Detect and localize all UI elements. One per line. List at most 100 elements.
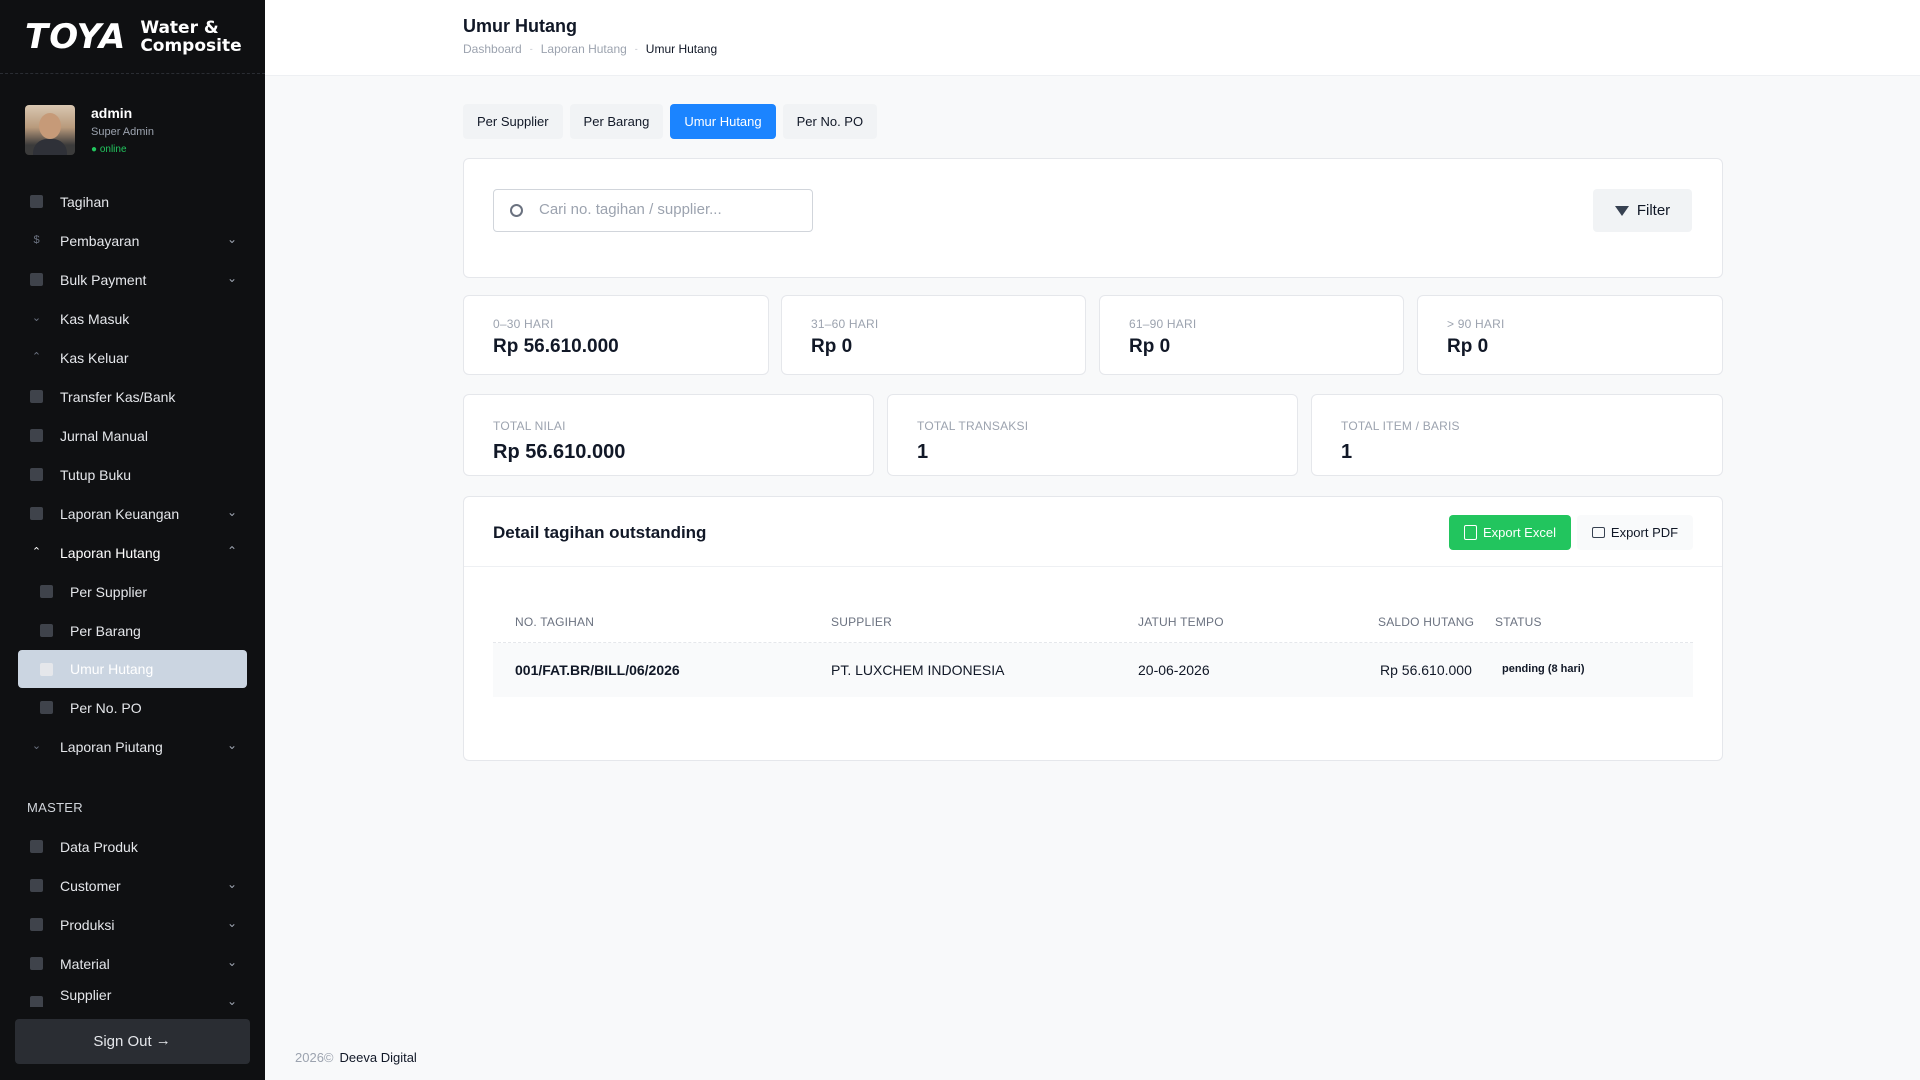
sidebar-item-label: Laporan Keuangan bbox=[60, 505, 180, 522]
avatar[interactable] bbox=[25, 105, 75, 155]
aging-card-over-90: > 90 HARI Rp 0 bbox=[1417, 295, 1723, 375]
sign-out-icon bbox=[156, 1032, 172, 1049]
box-icon bbox=[30, 879, 43, 892]
stat-label: 31–60 HARI bbox=[811, 317, 879, 331]
search-icon bbox=[510, 204, 523, 217]
filter-icon bbox=[1614, 205, 1629, 216]
sidebar-item-jurnal-manual[interactable]: Jurnal Manual bbox=[0, 416, 265, 455]
sidebar-item-material[interactable]: Material ⌄ bbox=[0, 944, 265, 983]
page-title: Umur Hutang bbox=[463, 16, 577, 36]
footer-company-link[interactable]: Deeva Digital bbox=[340, 1050, 417, 1065]
brand-sub-line2: Composite bbox=[140, 35, 242, 56]
sidebar-item-bulk-payment[interactable]: Bulk Payment ⌄ bbox=[0, 260, 265, 299]
column-header-saldo-hutang[interactable]: SALDO HUTANG bbox=[1378, 615, 1474, 629]
column-header-supplier[interactable]: SUPPLIER bbox=[831, 615, 892, 629]
column-header-no-tagihan[interactable]: NO. TAGIHAN bbox=[515, 615, 594, 629]
box-icon bbox=[30, 840, 43, 853]
sidebar-item-transfer-kas-bank[interactable]: Transfer Kas/Bank bbox=[0, 377, 265, 416]
breadcrumb-separator: - bbox=[634, 44, 638, 54]
tab-per-supplier[interactable]: Per Supplier bbox=[463, 104, 563, 139]
breadcrumb-item-laporan-hutang[interactable]: Laporan Hutang bbox=[541, 42, 627, 56]
outstanding-table: NO. TAGIHAN SUPPLIER JATUH TEMPO SALDO H… bbox=[493, 603, 1693, 697]
document-icon bbox=[30, 429, 43, 442]
sidebar-item-label: Pembayaran bbox=[60, 232, 140, 249]
sidebar-item-data-produk[interactable]: Data Produk bbox=[0, 827, 265, 866]
document-icon bbox=[30, 195, 43, 208]
cell-no-tagihan: 001/FAT.BR/BILL/06/2026 bbox=[515, 662, 680, 678]
export-pdf-button[interactable]: Export PDF bbox=[1577, 515, 1693, 550]
box-icon bbox=[30, 996, 43, 1007]
sidebar-item-label: Supplier bbox=[60, 987, 112, 1003]
column-header-status[interactable]: STATUS bbox=[1495, 615, 1542, 629]
cell-supplier: PT. LUXCHEM INDONESIA bbox=[831, 662, 1005, 678]
chevron-up-icon: ⌃ bbox=[31, 546, 42, 558]
sidebar-item-kas-keluar[interactable]: ⌃ Kas Keluar bbox=[0, 338, 265, 377]
tab-per-no-po[interactable]: Per No. PO bbox=[782, 104, 878, 139]
sidebar-item-label: Transfer Kas/Bank bbox=[60, 388, 176, 405]
document-icon bbox=[40, 701, 53, 714]
sidebar-item-label: Per No. PO bbox=[70, 699, 142, 716]
filter-label: Filter bbox=[1636, 202, 1671, 219]
printer-icon bbox=[1591, 527, 1605, 538]
sidebar-item-supplier[interactable]: Supplier ⌄ bbox=[0, 983, 265, 1007]
aging-card-0-30: 0–30 HARI Rp 56.610.000 bbox=[463, 295, 769, 375]
sidebar-item-label: Tutup Buku bbox=[60, 466, 132, 483]
detail-card: Detail tagihan outstanding Export Excel … bbox=[463, 496, 1723, 761]
total-nilai-card: TOTAL NILAI Rp 56.610.000 bbox=[463, 394, 874, 476]
breadcrumb-item-dashboard[interactable]: Dashboard bbox=[463, 42, 522, 56]
sign-out-button[interactable]: Sign Out bbox=[15, 1019, 250, 1064]
tab-per-barang[interactable]: Per Barang bbox=[569, 104, 664, 139]
footer: 2026© Deeva Digital bbox=[295, 1050, 417, 1065]
sidebar-item-per-supplier[interactable]: Per Supplier bbox=[0, 572, 265, 611]
sidebar: TOYA Water & Composite admin Super Admin… bbox=[0, 0, 265, 1080]
sidebar-item-label: Laporan Hutang bbox=[60, 544, 161, 561]
column-header-jatuh-tempo[interactable]: JATUH TEMPO bbox=[1138, 615, 1224, 629]
total-transaksi-card: TOTAL TRANSAKSI 1 bbox=[887, 394, 1298, 476]
brand[interactable]: TOYA Water & Composite bbox=[0, 0, 265, 74]
sidebar-item-label: Material bbox=[60, 955, 110, 972]
arrow-up-icon: ⌃ bbox=[31, 351, 42, 363]
dollar-icon: $ bbox=[33, 234, 40, 246]
sidebar-item-tutup-buku[interactable]: Tutup Buku bbox=[0, 455, 265, 494]
total-item-card: TOTAL ITEM / BARIS 1 bbox=[1311, 394, 1723, 476]
sidebar-item-produksi[interactable]: Produksi ⌄ bbox=[0, 905, 265, 944]
sidebar-item-laporan-keuangan[interactable]: Laporan Keuangan ⌄ bbox=[0, 494, 265, 533]
detail-title: Detail tagihan outstanding bbox=[493, 523, 707, 542]
chart-icon bbox=[30, 507, 43, 520]
sidebar-item-label: Customer bbox=[60, 877, 121, 894]
sidebar-item-customer[interactable]: Customer ⌄ bbox=[0, 866, 265, 905]
brand-sub-line1: Water & bbox=[140, 17, 219, 38]
stat-value: Rp 56.610.000 bbox=[493, 441, 626, 463]
sidebar-item-tagihan[interactable]: Tagihan bbox=[0, 182, 265, 221]
sidebar-item-per-no-po[interactable]: Per No. PO bbox=[0, 688, 265, 727]
sidebar-item-laporan-hutang[interactable]: ⌃ Laporan Hutang ⌃ bbox=[0, 533, 265, 572]
table-row[interactable]: 001/FAT.BR/BILL/06/2026 PT. LUXCHEM INDO… bbox=[493, 643, 1693, 697]
status-badge: pending (8 hari) bbox=[1502, 663, 1585, 675]
export-pdf-label: Export PDF bbox=[1610, 525, 1679, 540]
sidebar-item-kas-masuk[interactable]: ⌄ Kas Masuk bbox=[0, 299, 265, 338]
sidebar-item-label: Kas Keluar bbox=[60, 349, 129, 366]
chevron-down-icon: ⌄ bbox=[226, 877, 237, 891]
aging-card-61-90: 61–90 HARI Rp 0 bbox=[1099, 295, 1404, 375]
chevron-down-icon: ⌄ bbox=[226, 271, 237, 285]
sidebar-item-label: Bulk Payment bbox=[60, 271, 147, 288]
breadcrumb-separator: - bbox=[529, 44, 533, 54]
cell-jatuh-tempo: 20-06-2026 bbox=[1138, 662, 1210, 678]
tab-umur-hutang[interactable]: Umur Hutang bbox=[670, 104, 776, 139]
sidebar-item-label: Laporan Piutang bbox=[60, 738, 163, 755]
stat-value: Rp 0 bbox=[1447, 336, 1489, 357]
profile-status: ● online bbox=[91, 144, 127, 155]
sidebar-item-umur-hutang[interactable]: Umur Hutang bbox=[18, 650, 247, 688]
filter-button[interactable]: Filter bbox=[1593, 189, 1692, 232]
search-card: Filter bbox=[463, 158, 1723, 278]
box-icon bbox=[30, 918, 43, 931]
brand-subtitle: Water & Composite bbox=[140, 19, 241, 55]
search-input[interactable] bbox=[539, 201, 799, 218]
table-header: NO. TAGIHAN SUPPLIER JATUH TEMPO SALDO H… bbox=[493, 603, 1693, 643]
export-excel-button[interactable]: Export Excel bbox=[1449, 515, 1571, 550]
sidebar-item-per-barang[interactable]: Per Barang bbox=[0, 611, 265, 650]
sidebar-item-laporan-piutang[interactable]: ⌄ Laporan Piutang ⌄ bbox=[0, 727, 265, 766]
document-icon bbox=[40, 663, 53, 676]
document-icon bbox=[40, 585, 53, 598]
sidebar-item-pembayaran[interactable]: $ Pembayaran ⌄ bbox=[0, 221, 265, 260]
